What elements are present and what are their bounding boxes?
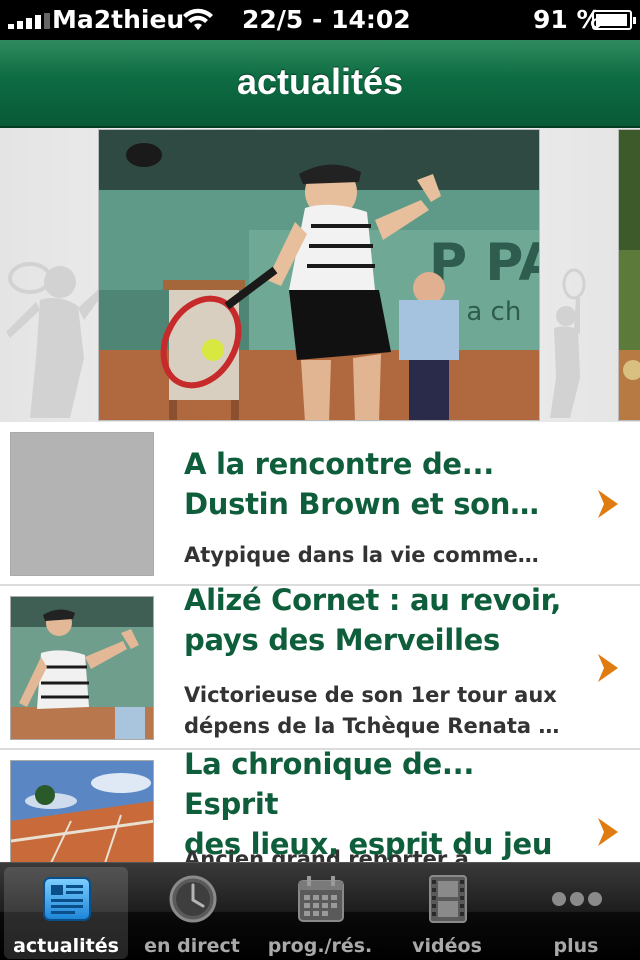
- article-thumbnail-placeholder: [10, 432, 154, 576]
- player-silhouette-left: [6, 262, 100, 418]
- navigation-bar: actualités: [0, 40, 640, 128]
- film-icon: [429, 875, 467, 923]
- signal-strength-icon: [8, 13, 50, 29]
- tab-label: actualités: [13, 935, 119, 957]
- tab-label: en direct: [144, 935, 240, 957]
- article-list-item[interactable]: Alizé Cornet : au revoir, pays des Merve…: [0, 583, 640, 750]
- more-icon: [552, 892, 602, 906]
- next-article-photo[interactable]: [618, 129, 640, 421]
- article-headline: Alizé Cornet : au revoir, pays des Merve…: [184, 583, 562, 657]
- status-datetime: 22/5 - 14:02: [242, 5, 411, 34]
- tab-actualites[interactable]: actualités: [4, 867, 128, 959]
- clock-icon: [169, 875, 217, 923]
- article-headline: A la rencontre de... Dustin Brown et son…: [184, 447, 539, 521]
- tab-videos[interactable]: vidéos: [385, 867, 509, 959]
- article-list-item[interactable]: La chronique de... Esprit des lieux, esp…: [0, 747, 640, 864]
- svg-text:P PA: P PA: [429, 233, 540, 293]
- tab-plus[interactable]: plus: [514, 867, 638, 959]
- article-summary: Victorieuse de son 1er tour aux dépens d…: [184, 683, 560, 738]
- featured-article-photo[interactable]: P PA k for a ch: [98, 129, 540, 421]
- page-title: actualités: [236, 61, 404, 102]
- chevron-right-icon: [598, 490, 618, 518]
- chevron-right-icon: [598, 818, 618, 846]
- tab-label: plus: [553, 935, 599, 957]
- article-summary: Ancien grand reporter à: [184, 847, 469, 864]
- status-bar: Ma2thieu 22/5 - 14:02 91 %: [0, 0, 640, 40]
- article-thumbnail: [10, 760, 154, 864]
- article-list-item[interactable]: A la rencontre de... Dustin Brown et son…: [0, 422, 640, 586]
- article-thumbnail: [10, 596, 154, 740]
- tab-bar: actualités en direct prog./rés. vidéos p…: [0, 862, 640, 960]
- battery-icon: [592, 10, 636, 30]
- player-silhouette-right: [550, 268, 586, 418]
- tab-prog-res[interactable]: prog./rés.: [258, 867, 382, 959]
- tab-en-direct[interactable]: en direct: [130, 867, 254, 959]
- photo-carousel[interactable]: P PA k for a ch: [0, 128, 640, 422]
- wifi-icon: [183, 8, 213, 30]
- newspaper-icon: [43, 877, 91, 921]
- tab-label: vidéos: [412, 935, 482, 957]
- calendar-icon: [298, 876, 344, 922]
- article-summary: Atypique dans la vie comme…: [184, 543, 539, 567]
- tab-label: prog./rés.: [267, 935, 373, 957]
- chevron-right-icon: [598, 654, 618, 682]
- article-list: A la rencontre de... Dustin Brown et son…: [0, 422, 640, 864]
- carrier-name: Ma2thieu: [52, 5, 185, 34]
